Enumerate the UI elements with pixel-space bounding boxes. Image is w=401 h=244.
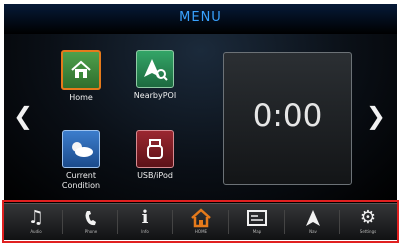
title-bar: MENU <box>4 4 397 34</box>
app-label: NearbyPOI <box>133 91 177 100</box>
map-icon <box>236 207 278 229</box>
app-label: Home <box>69 93 93 102</box>
next-page-arrow[interactable]: ❯ <box>366 102 386 130</box>
nearby-poi-icon <box>136 50 174 88</box>
dock-settings[interactable]: ⚙ Settings <box>347 207 389 240</box>
app-usb-ipod[interactable]: USB/iPod <box>115 130 195 181</box>
home-icon <box>180 207 222 229</box>
dock-map[interactable]: Map <box>236 207 278 240</box>
dock-label: Info <box>141 229 149 234</box>
app-label: USB/iPod <box>137 171 173 180</box>
dock-label: Map <box>252 229 262 234</box>
home-icon <box>61 50 101 90</box>
app-home[interactable]: Home <box>41 50 121 103</box>
dock-label: Nav <box>309 229 317 234</box>
clock-time: 0:00 <box>252 98 323 134</box>
settings-icon: ⚙ <box>359 207 377 228</box>
music-icon: ♫ <box>27 207 45 228</box>
head-unit-screen: MENU ❮ ❯ Home NearbyPOI Current Conditio… <box>4 4 397 240</box>
bottom-dock: ♫ Audio Phone i Info HOME Map Nav ⚙ Sett… <box>4 203 397 240</box>
dock-label: HOME <box>194 229 208 234</box>
weather-icon <box>62 130 100 168</box>
dock-nav[interactable]: Nav <box>292 207 334 240</box>
dock-home[interactable]: HOME <box>180 207 222 240</box>
dock-label: Settings <box>359 229 377 234</box>
page-title: MENU <box>179 10 222 25</box>
dock-label: Phone <box>84 229 98 234</box>
usb-icon <box>136 130 174 168</box>
app-nearby-poi[interactable]: NearbyPOI <box>115 50 195 101</box>
dock-audio[interactable]: ♫ Audio <box>15 207 57 240</box>
phone-icon <box>70 207 112 229</box>
dock-label: Audio <box>30 229 42 234</box>
app-label: Current Condition <box>61 171 101 190</box>
dock-info[interactable]: i Info <box>124 207 166 240</box>
app-current-condition[interactable]: Current Condition <box>41 130 121 191</box>
menu-page: ❮ ❯ Home NearbyPOI Current Condition USB… <box>4 34 397 210</box>
info-icon: i <box>141 207 149 228</box>
clock-widget[interactable]: 0:00 <box>223 52 352 185</box>
previous-page-arrow[interactable]: ❮ <box>13 102 33 130</box>
dock-phone[interactable]: Phone <box>70 207 112 240</box>
navigation-icon <box>292 207 334 229</box>
